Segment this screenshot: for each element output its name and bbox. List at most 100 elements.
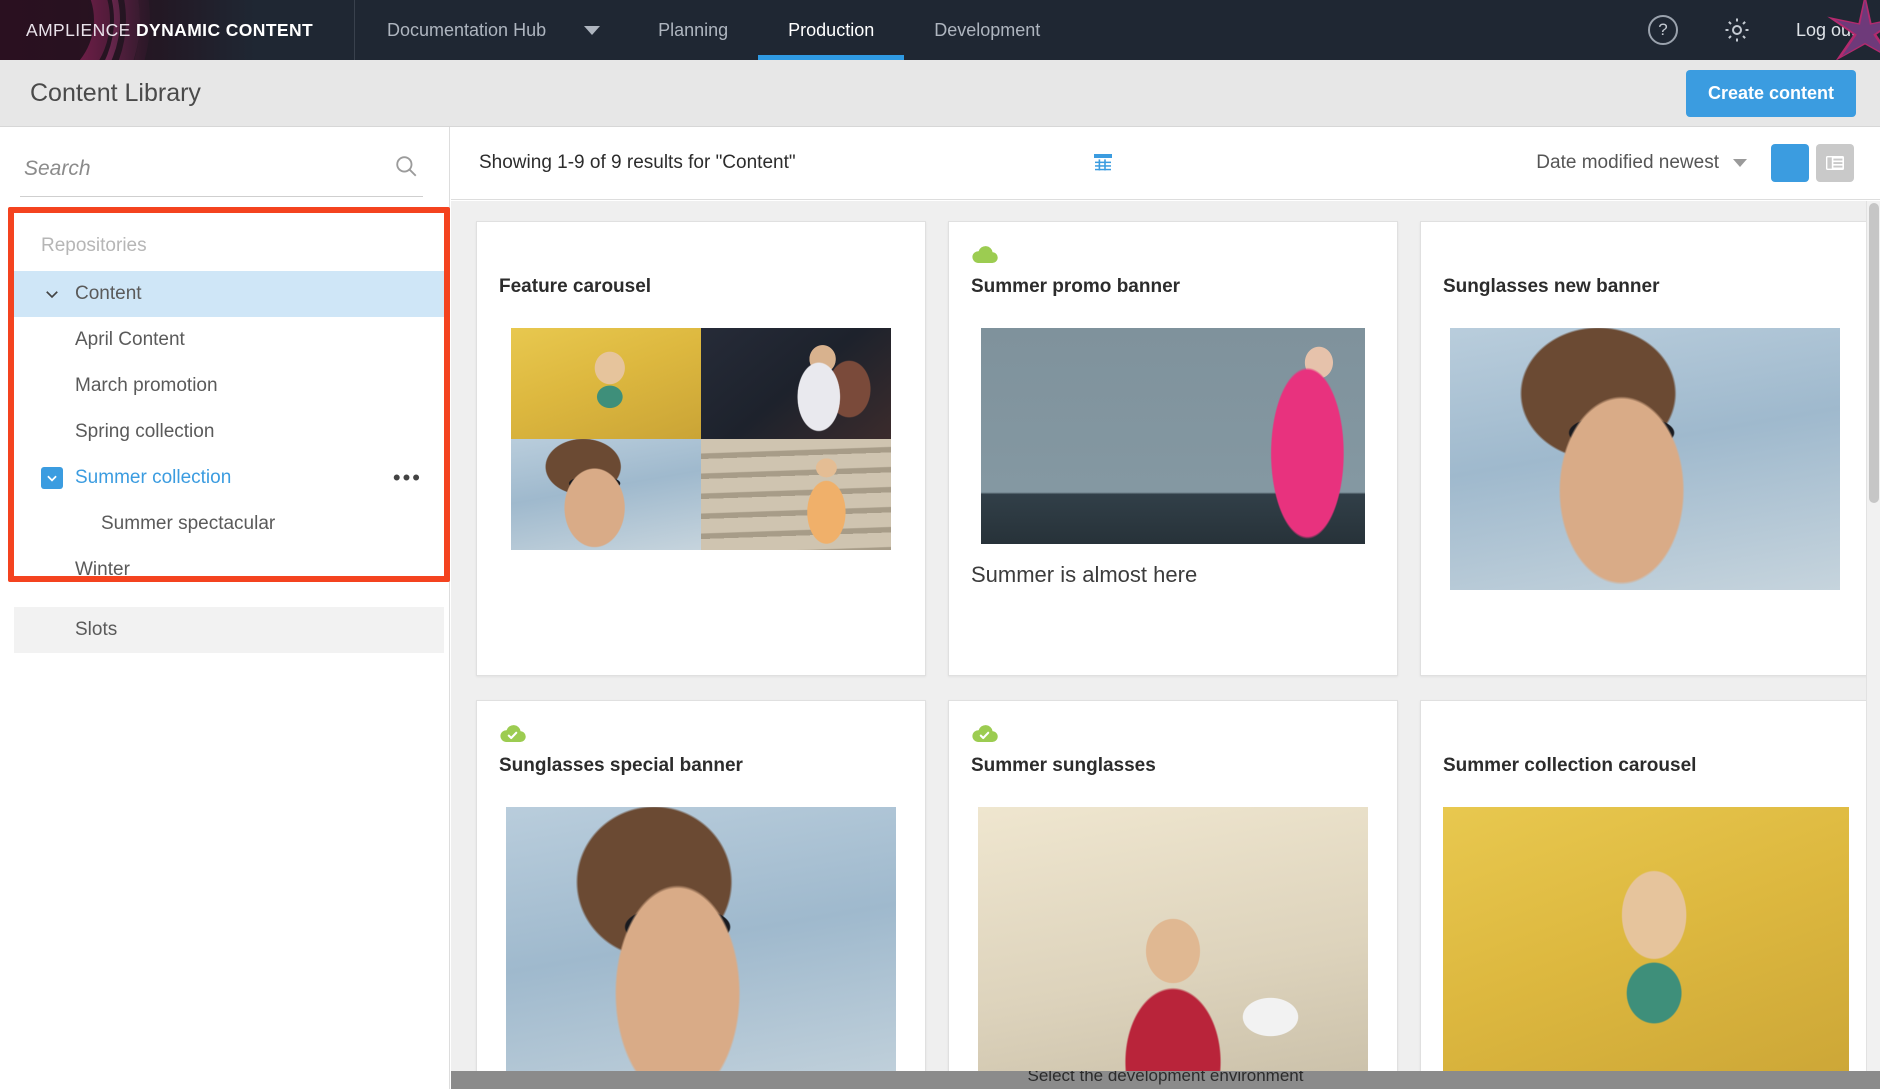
cloud-check-glyph: [500, 725, 526, 743]
sidebar-item-april-content[interactable]: April Content: [14, 317, 444, 363]
sort-dropdown[interactable]: Date modified newest: [1536, 152, 1747, 174]
content-card[interactable]: Summer promo banner Summer is almost her…: [948, 221, 1398, 676]
chevron-down-icon: [1733, 159, 1747, 167]
page-footer-note: Select the development environment: [451, 1071, 1880, 1089]
content-card[interactable]: Feature carousel: [476, 221, 926, 676]
card-body: [1443, 807, 1849, 1089]
tab-development[interactable]: Development: [904, 0, 1070, 60]
thumbnail-image: [1450, 328, 1840, 590]
repositories-highlight-frame: Repositories Content April Content March…: [8, 207, 450, 653]
green-cloud-check-icon: [971, 724, 999, 744]
hub-selector[interactable]: Documentation Hub: [355, 0, 628, 60]
green-cloud-check-icon: [499, 724, 527, 744]
card-title: Sunglasses special banner: [499, 755, 743, 776]
gear-icon[interactable]: [1722, 15, 1752, 45]
tab-planning-label: Planning: [658, 19, 729, 40]
content-grid-container[interactable]: Feature carousel Summer promo banner Sum…: [451, 201, 1880, 1089]
search-input[interactable]: [24, 156, 383, 181]
search-row: [20, 147, 423, 197]
tab-production[interactable]: Production: [758, 0, 905, 60]
repository-tree: Repositories Content April Content March…: [14, 213, 444, 653]
thumbnail-image: [1443, 807, 1849, 1089]
page-header: Content Library Create content: [0, 60, 1880, 127]
sidebar-item-summer-collection[interactable]: Summer collection •••: [14, 455, 444, 501]
card-caption: Summer is almost here: [971, 562, 1198, 587]
sidebar-item-label: April Content: [75, 329, 185, 350]
card-body: Summer is almost here: [971, 328, 1375, 588]
grid-glyph: [1094, 154, 1112, 172]
results-bar: Showing 1-9 of 9 results for "Content" D…: [451, 127, 1880, 200]
chevron-down-icon: [584, 25, 601, 35]
card-body: [499, 807, 903, 1089]
nav-tabs: Planning Production Development: [628, 0, 1070, 60]
hub-label: Documentation Hub: [387, 19, 547, 40]
star-icon: [1827, 0, 1880, 60]
card-status: [1443, 719, 1847, 749]
sidebar-item-winter[interactable]: Winter: [14, 547, 444, 593]
sidebar-item-label: March promotion: [75, 375, 218, 396]
vertical-scrollbar[interactable]: [1866, 201, 1880, 1089]
sidebar-item-spring-collection[interactable]: Spring collection: [14, 409, 444, 455]
search-container: [0, 127, 449, 197]
content-card[interactable]: Sunglasses special banner: [476, 700, 926, 1089]
create-content-button[interactable]: Create content: [1685, 69, 1856, 117]
content-card[interactable]: Summer collection carousel: [1420, 700, 1870, 1089]
green-cloud-icon: [971, 245, 999, 265]
sidebar-item-slots[interactable]: Slots: [14, 607, 444, 653]
sidebar-item-label: Content: [75, 283, 142, 304]
card-body: [499, 328, 903, 550]
help-icon[interactable]: ?: [1647, 15, 1678, 45]
thumbnail-image: [511, 328, 701, 439]
card-title: Summer promo banner: [971, 276, 1181, 297]
footer-note-text: Select the development environment: [1027, 1071, 1304, 1085]
view-toggle-group: [1094, 144, 1854, 182]
top-navigation-bar: AMPLIENCE DYNAMIC CONTENT Documentation …: [0, 0, 1880, 60]
sidebar-item-march-promotion[interactable]: March promotion: [14, 363, 444, 409]
card-title: Feature carousel: [499, 276, 652, 297]
thumbnail-image: [978, 807, 1368, 1089]
brand-prefix: AMPLIENCE: [26, 19, 131, 40]
tab-planning[interactable]: Planning: [628, 0, 758, 60]
folder-expanded-icon[interactable]: [41, 467, 63, 489]
card-title: Summer collection carousel: [1443, 755, 1697, 776]
grid-view-icon[interactable]: [1094, 144, 1809, 182]
tab-development-label: Development: [934, 19, 1041, 40]
thumbnail-image: [701, 328, 891, 439]
repositories-label: Repositories: [41, 235, 147, 256]
overflow-menu-icon[interactable]: •••: [393, 467, 422, 489]
content-card[interactable]: Summer sunglasses: [948, 700, 1398, 1089]
results-summary: Showing 1-9 of 9 results for "Content": [479, 152, 796, 173]
tab-production-label: Production: [788, 19, 875, 40]
brand-logo[interactable]: AMPLIENCE DYNAMIC CONTENT: [0, 0, 355, 60]
sidebar-item-label: Spring collection: [75, 421, 215, 442]
content-card[interactable]: Sunglasses new banner: [1420, 221, 1870, 676]
chevron-down-icon: [41, 283, 63, 305]
card-title: Sunglasses new banner: [1443, 276, 1660, 297]
page-title: Content Library: [30, 78, 201, 107]
card-body: [1443, 328, 1847, 590]
list-view-icon[interactable]: [1816, 144, 1854, 182]
brand-star-decoration: [1820, 0, 1880, 60]
sidebar-item-summer-spectacular[interactable]: Summer spectacular: [14, 501, 444, 547]
scrollbar-thumb[interactable]: [1869, 203, 1879, 503]
card-status: [499, 240, 903, 270]
cloud-check-glyph: [972, 725, 998, 743]
content-grid: Feature carousel Summer promo banner Sum…: [476, 221, 1870, 1089]
search-icon[interactable]: [393, 153, 419, 184]
sort-value: Date modified newest: [1536, 152, 1719, 173]
brand-product-name: DYNAMIC CONTENT: [136, 19, 314, 40]
sidebar-item-content[interactable]: Content: [14, 271, 444, 317]
list-glyph: [1826, 156, 1844, 170]
thumbnail-image: [701, 439, 891, 550]
card-body: [971, 807, 1375, 1089]
results-controls: Date modified newest: [1094, 144, 1854, 182]
app-root: AMPLIENCE DYNAMIC CONTENT Documentation …: [0, 0, 1880, 1089]
sidebar-item-label: Winter: [75, 559, 130, 580]
card-status: [1443, 240, 1847, 270]
sidebar-item-label: Slots: [75, 619, 118, 640]
thumbnail-image: [981, 328, 1365, 544]
card-thumbnail-quad: [511, 328, 891, 550]
thumbnail-image: [506, 807, 896, 1089]
thumbnail-image: [511, 439, 701, 550]
cloud-glyph: [972, 246, 998, 264]
